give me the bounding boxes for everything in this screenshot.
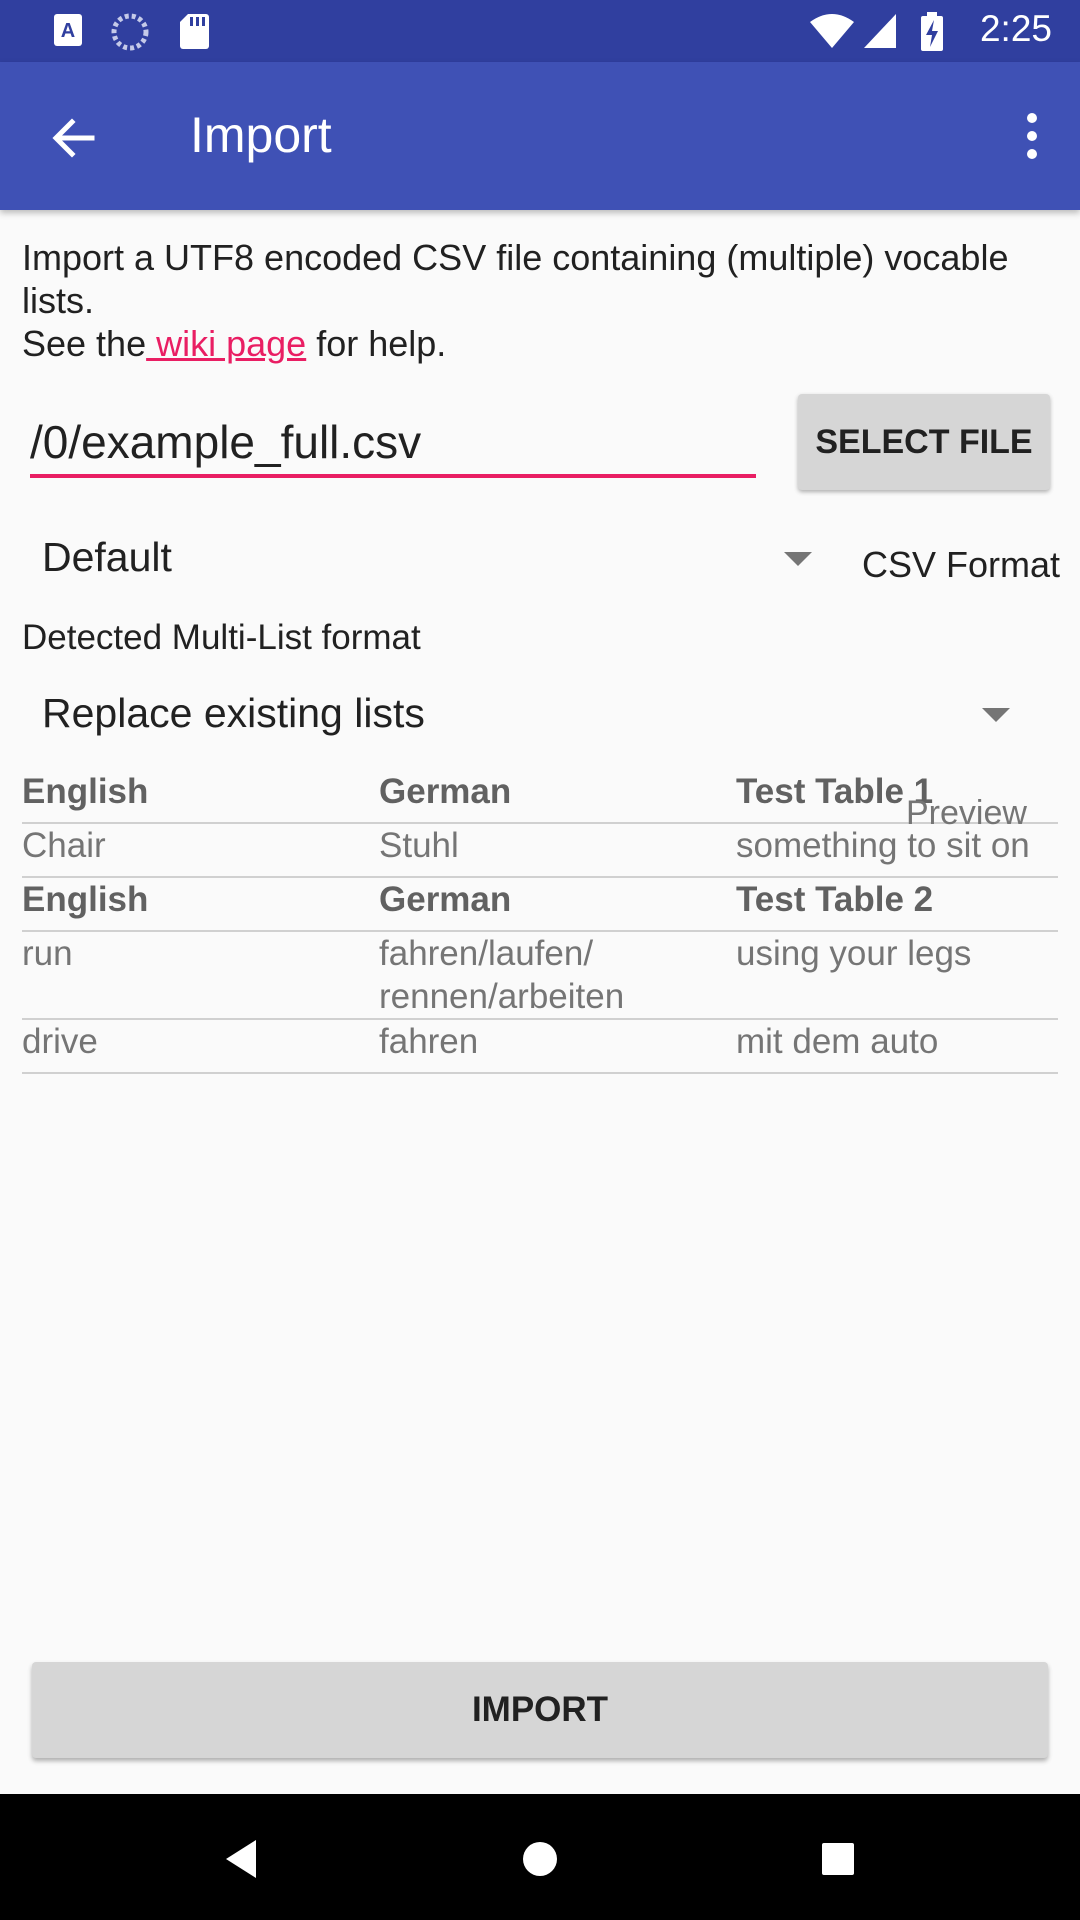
- import-mode-spinner[interactable]: Replace existing lists: [42, 690, 1020, 746]
- battery-charging-icon: [921, 12, 943, 51]
- sd-card-icon: [180, 14, 209, 49]
- navigation-bar: [0, 1794, 1080, 1920]
- see-suffix: for help.: [306, 323, 447, 364]
- app-bar: Import: [0, 62, 1080, 210]
- preview-label: Preview: [906, 794, 1027, 832]
- csv-format-value: Default: [42, 534, 172, 580]
- nav-back-icon[interactable]: [206, 1824, 276, 1894]
- table-cell: mit dem auto: [736, 1019, 1058, 1074]
- intro-line: Import a UTF8 encoded CSV file containin…: [22, 237, 1009, 321]
- file-path-input[interactable]: [30, 410, 756, 478]
- signal-icon: [864, 14, 896, 48]
- import-button[interactable]: IMPORT: [32, 1662, 1048, 1758]
- back-arrow-icon[interactable]: [46, 110, 102, 166]
- nav-recents-icon[interactable]: [803, 1824, 873, 1894]
- table-row: drive fahren mit dem auto: [22, 1019, 1058, 1074]
- import-mode-value: Replace existing lists: [42, 690, 425, 736]
- table-cell: using your legs: [736, 931, 1058, 1020]
- dropdown-arrow-icon: [784, 552, 812, 566]
- see-prefix: See the: [22, 323, 147, 364]
- csv-format-spinner[interactable]: Default: [42, 534, 822, 590]
- table-cell: drive: [22, 1019, 379, 1074]
- table-cell: English: [22, 877, 379, 932]
- table-cell: Chair: [22, 823, 379, 878]
- select-file-button[interactable]: SELECT FILE: [798, 394, 1050, 490]
- dropdown-arrow-icon: [982, 708, 1010, 722]
- table-cell: German: [379, 877, 736, 932]
- table-cell: Stuhl: [379, 823, 736, 878]
- table-row: Chair Stuhl something to sit on: [22, 823, 1058, 878]
- svg-text:A: A: [61, 20, 75, 42]
- status-time: 2:25: [979, 8, 1052, 49]
- table-header-row: English German Test Table 2: [22, 877, 1058, 932]
- table-cell: fahren/laufen/ rennen/arbeiten: [379, 931, 736, 1020]
- status-bar: A 2:25: [0, 0, 1080, 62]
- table-cell: German: [379, 770, 736, 824]
- table-row: run fahren/laufen/ rennen/arbeiten using y…: [22, 931, 1058, 1020]
- wifi-icon: [810, 14, 854, 48]
- table-cell: Test Table 2: [736, 877, 1058, 932]
- sync-icon: [111, 13, 149, 51]
- preview-table: English German Test Table 1 Chair Stuhl somet…: [22, 770, 1058, 1074]
- table-cell: run: [22, 931, 379, 1020]
- table-cell: English: [22, 770, 379, 824]
- nav-home-icon[interactable]: [505, 1824, 575, 1894]
- detected-format-text: Detected Multi-List format: [22, 618, 421, 657]
- page-title: Import: [190, 107, 332, 163]
- intro-text: Import a UTF8 encoded CSV file containin…: [22, 236, 1062, 365]
- table-cell: fahren: [379, 1019, 736, 1074]
- more-vert-icon[interactable]: [1004, 108, 1060, 164]
- a11y-icon: A: [54, 14, 82, 46]
- csv-format-label: CSV Format: [862, 544, 1061, 585]
- table-header-row: English German Test Table 1: [22, 770, 1058, 824]
- wiki-page-link[interactable]: wiki page: [146, 323, 306, 364]
